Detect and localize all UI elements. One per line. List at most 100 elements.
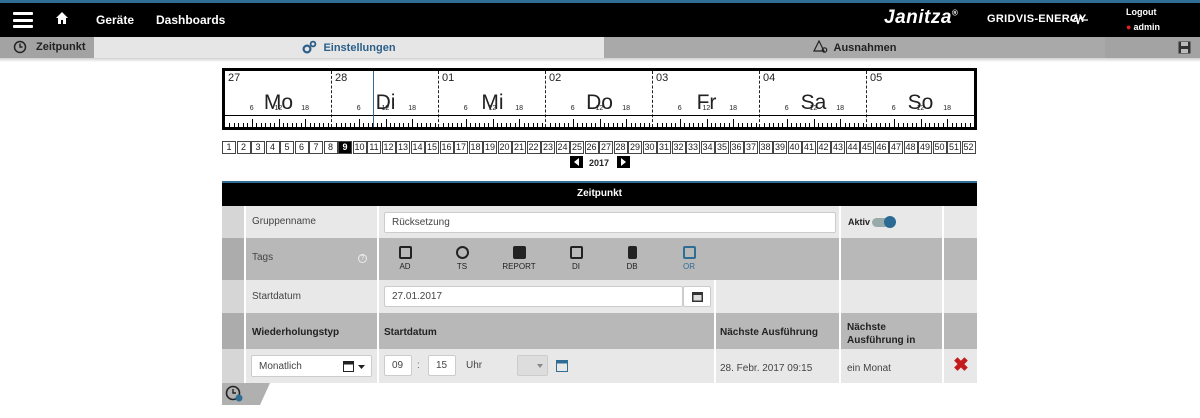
hour-label: 18 xyxy=(515,105,524,112)
schedule-header-row: Wiederholungstyp Startdatum Nächste Ausf… xyxy=(222,313,977,349)
hour-ruler: 6 12 18 xyxy=(867,105,974,127)
week-number-box[interactable]: 24 xyxy=(555,141,570,154)
week-number-box[interactable]: 12 xyxy=(381,141,396,154)
week-number-box[interactable]: 8 xyxy=(323,141,338,154)
week-number-box[interactable]: 5 xyxy=(280,141,294,154)
week-number-box[interactable]: 52 xyxy=(961,141,976,154)
day-column[interactable]: 01 Mi 6 12 18 xyxy=(439,71,546,127)
week-number-box[interactable]: 51 xyxy=(947,141,961,154)
day-number: 04 xyxy=(763,72,776,84)
week-number-box[interactable]: 29 xyxy=(628,141,642,154)
week-number-box[interactable]: 44 xyxy=(845,141,860,154)
week-number-box[interactable]: 28 xyxy=(613,141,628,154)
week-number-box[interactable]: 10 xyxy=(352,141,367,154)
week-number-box[interactable]: 38 xyxy=(758,141,773,154)
nav-dashboards[interactable]: Dashboards xyxy=(156,13,225,27)
nav-geraete[interactable]: Geräte xyxy=(96,13,134,27)
row-gruppenname: Gruppenname Rücksetzung Aktiv xyxy=(222,206,977,238)
week-number-box[interactable]: 50 xyxy=(932,141,947,154)
hour-label: 18 xyxy=(943,105,952,112)
day-number: 27 xyxy=(228,72,241,84)
week-number-box[interactable]: 19 xyxy=(483,141,497,154)
hour-label: 6 xyxy=(570,105,575,112)
week-number-box[interactable]: 1 xyxy=(222,141,236,154)
hour-label: 6 xyxy=(677,105,682,112)
tab-ausnahmen[interactable]: Ausnahmen xyxy=(604,37,1105,58)
week-number-box[interactable]: 32 xyxy=(671,141,686,154)
week-number-box[interactable]: 34 xyxy=(700,141,715,154)
day-column[interactable]: 04 Sa 6 12 18 xyxy=(760,71,867,127)
week-number-box[interactable]: 47 xyxy=(889,141,903,154)
hour-ruler: 6 12 18 xyxy=(546,105,653,127)
week-number-box[interactable]: 37 xyxy=(744,141,758,154)
week-number-box[interactable]: 49 xyxy=(918,141,932,154)
day-column[interactable]: 28 Di 6 12 18 xyxy=(332,71,439,127)
clock-icon xyxy=(13,40,27,54)
schedule-row: Monatlich 09 : 15 Uhr 28. Febr. 2017 09:… xyxy=(222,349,977,383)
week-number-box[interactable]: 27 xyxy=(599,141,613,154)
home-icon[interactable] xyxy=(55,11,71,27)
week-number-box[interactable]: 4 xyxy=(265,141,280,154)
week-number-box[interactable]: 11 xyxy=(367,141,381,154)
week-number-box[interactable]: 22 xyxy=(526,141,541,154)
week-number-box[interactable]: 2 xyxy=(236,141,251,154)
week-timeline[interactable]: 27 Mo 6 12 18 28 Di 6 12 18 01 Mi 6 12 18 02 D… xyxy=(222,68,977,130)
tab-einstellungen[interactable]: Einstellungen xyxy=(94,37,604,58)
user-label[interactable]: ● admin xyxy=(1126,22,1160,32)
week-number-box[interactable]: 6 xyxy=(294,141,309,154)
week-number-box[interactable]: 46 xyxy=(874,141,889,154)
week-number-box[interactable]: 9 xyxy=(338,141,352,154)
hour-label: 6 xyxy=(891,105,896,112)
week-number-box[interactable]: 33 xyxy=(686,141,700,154)
week-number-box[interactable]: 13 xyxy=(396,141,410,154)
hour-ruler: 6 12 18 xyxy=(225,105,332,127)
menu-icon[interactable] xyxy=(13,12,33,28)
week-number-box[interactable]: 41 xyxy=(802,141,816,154)
week-number-box[interactable]: 25 xyxy=(570,141,584,154)
tab-einstellungen-label: Einstellungen xyxy=(323,42,396,54)
week-number-box[interactable]: 20 xyxy=(497,141,512,154)
hour-label: 12 xyxy=(488,105,497,112)
hour-label: 18 xyxy=(729,105,738,112)
add-schedule-tab[interactable] xyxy=(222,383,270,405)
week-number-box[interactable]: 18 xyxy=(468,141,483,154)
week-number-box[interactable]: 42 xyxy=(816,141,831,154)
week-number-box[interactable]: 26 xyxy=(584,141,599,154)
week-number-box[interactable]: 40 xyxy=(787,141,802,154)
next-year-button[interactable] xyxy=(617,156,630,168)
tab-zeitpunkt[interactable]: Zeitpunkt xyxy=(0,37,94,58)
week-number-box[interactable]: 30 xyxy=(642,141,657,154)
brand-logo: Janitza® xyxy=(884,7,959,28)
week-number-box[interactable]: 15 xyxy=(425,141,439,154)
week-number-box[interactable]: 17 xyxy=(454,141,468,154)
week-number-box[interactable]: 23 xyxy=(541,141,555,154)
week-number-box[interactable]: 39 xyxy=(773,141,787,154)
logout-link[interactable]: Logout xyxy=(1126,7,1157,17)
day-column[interactable]: 05 So 6 12 18 xyxy=(867,71,974,127)
week-number-box[interactable]: 3 xyxy=(251,141,265,154)
week-number-box[interactable]: 43 xyxy=(831,141,845,154)
week-number-box[interactable]: 45 xyxy=(860,141,874,154)
row-tags: Tags ? AD TS REPORT DI DB OR xyxy=(222,238,977,280)
zeitpunkt-panel: Zeitpunkt Gruppenname Rücksetzung Aktiv … xyxy=(222,181,977,383)
hour-label: 12 xyxy=(381,105,390,112)
week-number-box[interactable]: 31 xyxy=(657,141,671,154)
panel-title: Zeitpunkt xyxy=(222,181,977,206)
week-number-box[interactable]: 14 xyxy=(410,141,425,154)
week-number-box[interactable]: 35 xyxy=(715,141,729,154)
day-column[interactable]: 27 Mo 6 12 18 xyxy=(225,71,332,127)
week-number-box[interactable]: 21 xyxy=(512,141,526,154)
delete-icon[interactable]: ✖ xyxy=(953,354,969,377)
prev-year-button[interactable] xyxy=(570,156,583,168)
week-number-box[interactable]: 36 xyxy=(729,141,744,154)
week-number-box[interactable]: 48 xyxy=(903,141,918,154)
row-startdatum: Startdatum 27.01.2017 xyxy=(222,280,977,313)
day-column[interactable]: 02 Do 6 12 18 xyxy=(546,71,653,127)
registered-mark: ® xyxy=(951,8,959,18)
week-number-box[interactable]: 7 xyxy=(309,141,323,154)
day-column[interactable]: 03 Fr 6 12 18 xyxy=(653,71,760,127)
week-number-box[interactable]: 16 xyxy=(439,141,454,154)
gears-icon xyxy=(302,40,317,54)
tab-ausnahmen-label: Ausnahmen xyxy=(833,42,897,54)
save-button[interactable] xyxy=(1105,37,1200,58)
